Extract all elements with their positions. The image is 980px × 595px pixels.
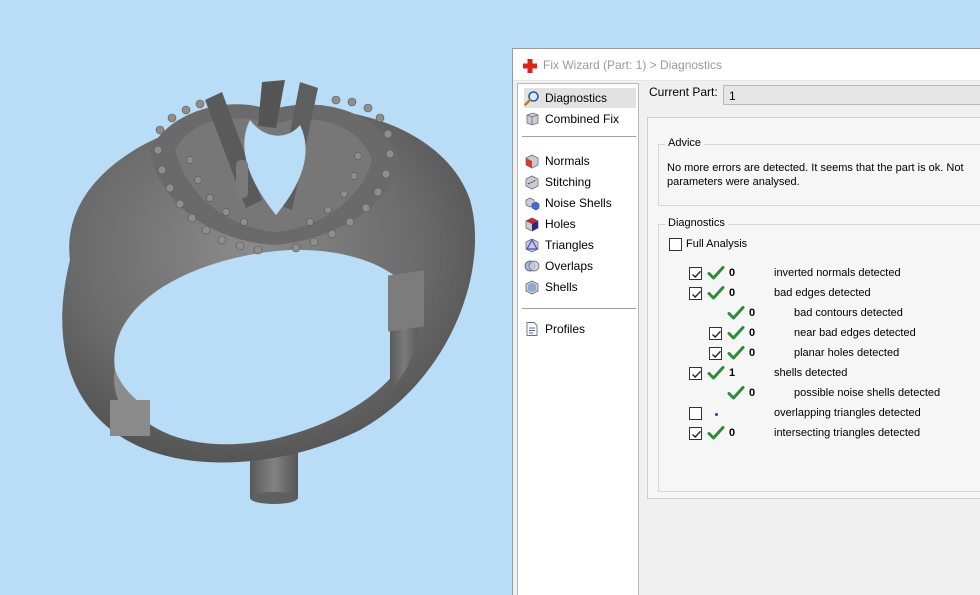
checkmark-icon <box>692 370 702 378</box>
noise-shells-count: 0 <box>749 387 756 399</box>
ok-tick-icon <box>727 346 745 360</box>
nav-item-label: Triangles <box>545 238 594 252</box>
near-bad-edges-label: near bad edges detected <box>794 327 916 339</box>
diagnostics-panel: Advice No more errors are detected. It s… <box>647 117 980 499</box>
ok-tick-icon <box>707 266 725 280</box>
holes-icon <box>525 217 539 232</box>
nav-item-label: Profiles <box>545 322 586 336</box>
diagnostics-group-title: Diagnostics <box>665 217 728 229</box>
intersecting-triangles-count: 0 <box>729 427 736 439</box>
intersecting-triangles-label: intersecting triangles detected <box>774 427 921 439</box>
nav-item-shells[interactable]: Shells <box>524 277 636 297</box>
nav-item-label: Combined Fix <box>545 112 620 126</box>
current-part-field[interactable]: 1 <box>723 85 980 105</box>
planar-holes-count: 0 <box>749 347 756 359</box>
nav-item-combined-fix[interactable]: Combined Fix <box>524 109 636 129</box>
shells-count: 1 <box>729 367 736 379</box>
nav-item-triangles[interactable]: Triangles <box>524 235 636 255</box>
inverted-normals-count: 0 <box>729 267 736 279</box>
magnifier-icon <box>524 91 539 106</box>
ok-tick-icon <box>727 306 745 320</box>
overlapping-triangles-checkbox[interactable] <box>689 407 702 420</box>
checkmark-icon <box>692 430 702 438</box>
intersecting-triangles-checkbox[interactable] <box>689 427 702 440</box>
bad-edges-count: 0 <box>729 287 736 299</box>
shells-icon <box>525 280 539 295</box>
bad-edges-checkbox[interactable] <box>689 287 702 300</box>
ok-tick-icon <box>727 386 745 400</box>
combined-fix-icon <box>526 112 539 126</box>
ok-tick-icon <box>707 426 725 440</box>
not-run-indicator <box>715 413 718 416</box>
overlapping-triangles-label: overlapping triangles detected <box>774 407 921 419</box>
nav-item-normals[interactable]: Normals <box>524 151 636 171</box>
planar-holes-label: planar holes detected <box>794 347 900 359</box>
planar-holes-checkbox[interactable] <box>709 347 722 360</box>
shells-checkbox[interactable] <box>689 367 702 380</box>
ok-tick-icon <box>707 286 725 300</box>
window-title: Fix Wizard (Part: 1) > Diagnostics <box>543 58 723 72</box>
nav-item-stitching[interactable]: Stitching <box>524 172 636 192</box>
advice-text: No more errors are detected. It seems th… <box>667 161 964 189</box>
ok-tick-icon <box>707 366 725 380</box>
inverted-normals-label: inverted normals detected <box>774 267 901 279</box>
bad-edges-label: bad edges detected <box>774 287 871 299</box>
nav-item-holes[interactable]: Holes <box>524 214 636 234</box>
noise-shells-icon <box>525 197 540 211</box>
full-analysis-label: Full Analysis <box>686 238 748 250</box>
profiles-icon <box>526 322 538 336</box>
nav-item-label: Normals <box>545 154 590 168</box>
nav-item-diagnostics[interactable]: Diagnostics <box>524 88 636 108</box>
nav-item-label: Overlaps <box>545 259 594 273</box>
nav-separator <box>522 308 636 309</box>
bad-contours-label: bad contours detected <box>794 307 903 319</box>
cube-normals-icon <box>525 154 539 169</box>
stitching-icon <box>525 175 539 190</box>
bad-contours-count: 0 <box>749 307 756 319</box>
advice-line-1: No more errors are detected. It seems th… <box>667 162 964 174</box>
nav-item-label: Holes <box>545 217 576 231</box>
advice-group: Advice No more errors are detected. It s… <box>658 137 980 206</box>
nav-item-overlaps[interactable]: Overlaps <box>524 256 636 276</box>
title-bar[interactable]: Fix Wizard (Part: 1) > Diagnostics <box>513 49 980 81</box>
diagnostics-group: Diagnostics Full Analysis 0 inverted nor… <box>658 217 980 492</box>
nav-item-profiles[interactable]: Profiles <box>524 319 636 339</box>
advice-line-2: parameters were analysed. <box>667 176 800 188</box>
noise-shells-label: possible noise shells detected <box>794 387 941 399</box>
nav-item-label: Stitching <box>545 175 592 189</box>
red-cross-icon <box>523 59 537 73</box>
near-bad-edges-checkbox[interactable] <box>709 327 722 340</box>
inverted-normals-checkbox[interactable] <box>689 267 702 280</box>
nav-item-label: Diagnostics <box>545 91 608 105</box>
current-part-label: Current Part: <box>649 85 718 99</box>
full-analysis-checkbox[interactable] <box>669 238 682 251</box>
shells-label: shells detected <box>774 367 848 379</box>
nav-item-label: Noise Shells <box>545 196 612 210</box>
fix-wizard-dialog: Fix Wizard (Part: 1) > Diagnostics Diagn… <box>512 48 980 595</box>
checkmark-icon <box>712 330 722 338</box>
ok-tick-icon <box>727 326 745 340</box>
checkmark-icon <box>692 270 702 278</box>
nav-separator <box>522 136 636 137</box>
checkmark-icon <box>712 350 722 358</box>
nav-item-label: Shells <box>545 280 578 294</box>
overlaps-icon <box>524 260 540 272</box>
nav-item-noise-shells[interactable]: Noise Shells <box>524 193 636 213</box>
advice-group-title: Advice <box>665 137 705 149</box>
fix-wizard-nav: Diagnostics Combined Fix Normals Stitchi… <box>517 83 639 595</box>
near-bad-edges-count: 0 <box>749 327 756 339</box>
checkmark-icon <box>692 290 702 298</box>
triangles-icon <box>525 238 539 253</box>
